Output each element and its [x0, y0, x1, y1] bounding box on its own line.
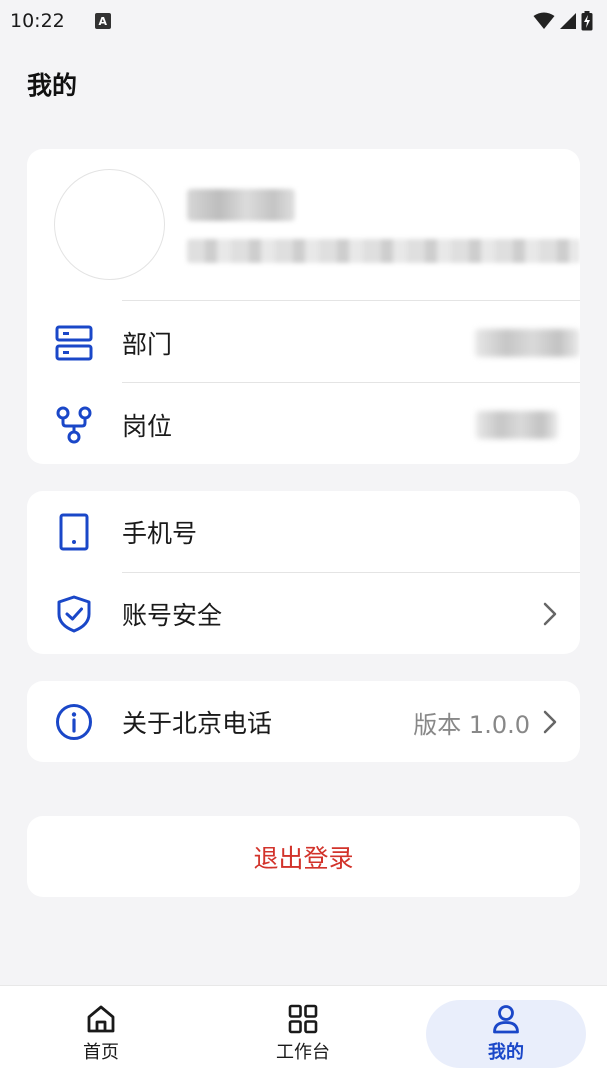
- server-icon: [55, 324, 93, 362]
- info-icon: [55, 703, 93, 741]
- phone-label: 手机号: [122, 519, 198, 548]
- wifi-icon: [533, 12, 555, 29]
- profile-card: 部门 岗位: [27, 149, 580, 464]
- position-value-redacted: [476, 411, 558, 439]
- org-branch-icon: [55, 406, 93, 444]
- grid-icon: [288, 1004, 318, 1034]
- about-card: 关于北京电话 版本 1.0.0: [27, 681, 580, 762]
- nav-label-mine: 我的: [488, 1042, 524, 1063]
- position-label: 岗位: [122, 412, 173, 441]
- department-label: 部门: [122, 330, 173, 359]
- chevron-right-icon: [540, 601, 560, 627]
- person-icon: [493, 1005, 519, 1034]
- nav-label-workbench: 工作台: [276, 1042, 330, 1063]
- user-detail-redacted: [187, 239, 580, 263]
- nav-item-mine[interactable]: 我的: [426, 1000, 586, 1068]
- version-text: 版本 1.0.0: [413, 710, 530, 739]
- user-name-redacted: [187, 189, 295, 221]
- avatar[interactable]: [54, 169, 165, 280]
- notification-icon: A: [94, 13, 111, 29]
- nav-item-workbench[interactable]: 工作台: [243, 1000, 363, 1068]
- account-security-label: 账号安全: [122, 601, 223, 630]
- signal-icon: [560, 13, 576, 29]
- status-indicators: [533, 11, 593, 31]
- department-row: 部门: [27, 302, 580, 384]
- nav-label-home: 首页: [83, 1042, 119, 1063]
- status-time: 10:22: [10, 10, 65, 32]
- logout-label: 退出登录: [253, 843, 354, 873]
- account-security-row[interactable]: 账号安全: [27, 573, 580, 654]
- department-value-redacted: [475, 329, 580, 357]
- nav-item-home[interactable]: 首页: [41, 1000, 161, 1068]
- phone-row[interactable]: 手机号: [27, 491, 580, 573]
- status-bar: 10:22 A: [0, 0, 607, 42]
- divider: [122, 382, 580, 383]
- phone-icon: [55, 513, 93, 551]
- logout-button[interactable]: 退出登录: [27, 816, 580, 897]
- position-row: 岗位: [27, 384, 580, 464]
- home-icon: [87, 1005, 115, 1033]
- account-card: 手机号 账号安全: [27, 491, 580, 654]
- page-title: 我的: [27, 71, 78, 100]
- row-trailing: [540, 601, 560, 627]
- about-label: 关于北京电话: [122, 709, 273, 738]
- shield-check-icon: [55, 595, 93, 633]
- about-row[interactable]: 关于北京电话 版本 1.0.0: [27, 681, 580, 762]
- divider: [122, 300, 580, 301]
- chevron-right-icon: [540, 709, 560, 735]
- battery-charging-icon: [581, 11, 593, 31]
- bottom-nav: 首页 工作台 我的: [0, 985, 607, 1080]
- row-trailing: 版本 1.0.0: [413, 705, 560, 740]
